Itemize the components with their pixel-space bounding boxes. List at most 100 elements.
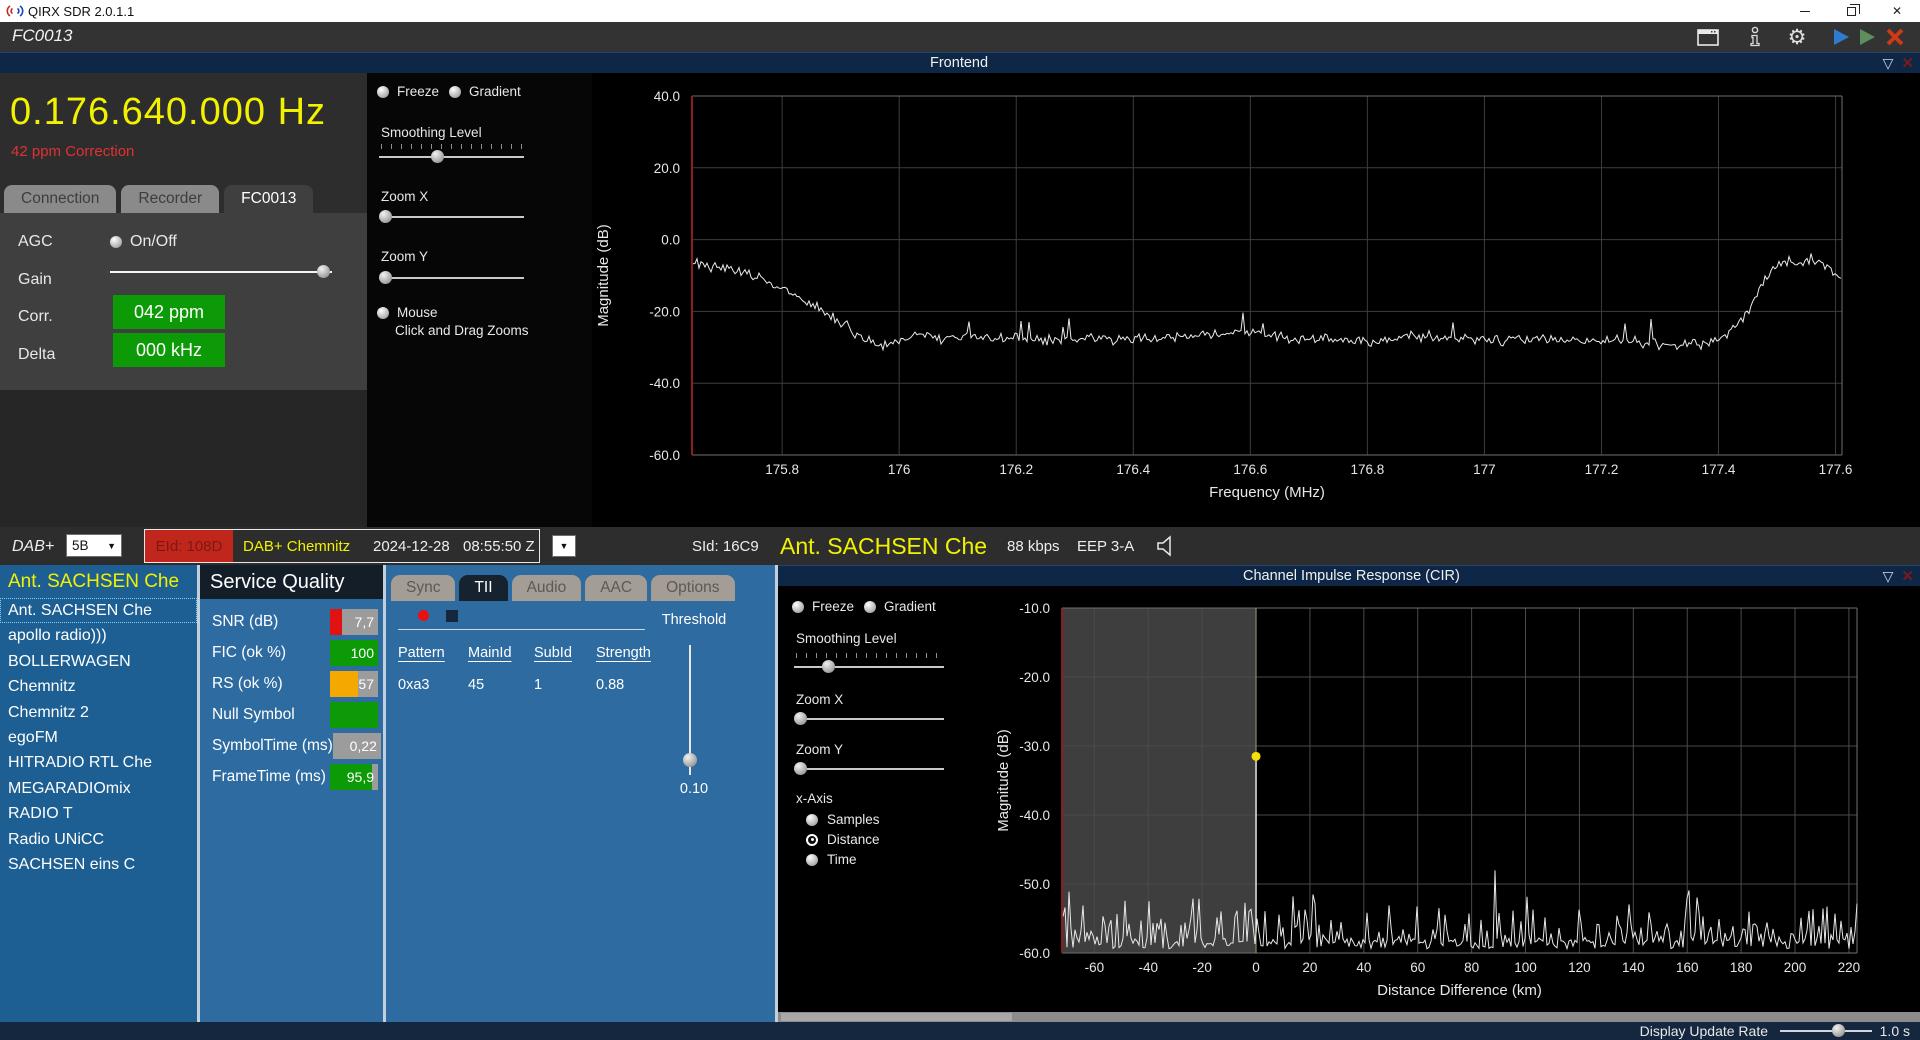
svg-text:160: 160: [1676, 960, 1699, 975]
cir-zoomy-slider[interactable]: [794, 762, 944, 775]
frontend-zoomx-slider[interactable]: [379, 210, 524, 223]
tab-tii[interactable]: TII: [459, 575, 507, 601]
update-rate-slider[interactable]: [1780, 1024, 1872, 1037]
cir-zoomy-label: Zoom Y: [796, 742, 843, 757]
quality-bar-value: 95,9: [347, 764, 374, 790]
tii-column-header: Pattern: [398, 645, 468, 661]
service-item[interactable]: egoFM: [0, 725, 197, 750]
svg-text:177: 177: [1473, 462, 1496, 477]
stop-device-button[interactable]: [1882, 25, 1908, 49]
svg-text:40.0: 40.0: [654, 89, 680, 104]
cir-smoothing-slider[interactable]: [794, 660, 944, 673]
tii-record-dot-icon[interactable]: [418, 610, 429, 621]
threshold-slider[interactable]: [683, 645, 697, 775]
minimize-button[interactable]: [1782, 0, 1828, 22]
service-item[interactable]: SACHSEN eins C: [0, 852, 197, 877]
mouse-zoom-toggle[interactable]: Mouse: [377, 305, 438, 320]
service-item[interactable]: BOLLERWAGEN: [0, 649, 197, 674]
cir-close-icon[interactable]: ✕: [1901, 567, 1914, 585]
service-item[interactable]: Chemnitz 2: [0, 700, 197, 725]
zoomy-thumb[interactable]: [379, 271, 392, 284]
cir-smoothing-track[interactable]: [794, 666, 944, 668]
xaxis-option-time[interactable]: Time: [806, 852, 857, 867]
frontend-display-controls: Freeze Gradient Smoothing Level Zoom X Z…: [367, 73, 592, 527]
svg-text:Magnitude (dB): Magnitude (dB): [995, 729, 1012, 832]
freeze-radio-icon: [377, 86, 389, 98]
tab-connection[interactable]: Connection: [4, 185, 116, 213]
service-item[interactable]: Radio UNiCC: [0, 827, 197, 852]
svg-text:200: 200: [1784, 960, 1807, 975]
cir-freeze-toggle[interactable]: Freeze: [792, 599, 854, 614]
quality-row-label: FrameTime (ms): [200, 768, 330, 786]
threshold-value: 0.10: [634, 781, 754, 797]
frontend-close-icon[interactable]: ✕: [1901, 54, 1914, 72]
channel-dropdown[interactable]: 5B▼: [66, 534, 122, 557]
tab-sync[interactable]: Sync: [391, 575, 455, 601]
frontend-zoomy-slider[interactable]: [379, 271, 524, 284]
cir-gradient-toggle[interactable]: Gradient: [864, 599, 936, 614]
service-item[interactable]: Ant. SACHSEN Che: [0, 598, 197, 623]
radio-selected-icon: [806, 834, 818, 846]
cir-title: Channel Impulse Response (CIR): [1243, 568, 1460, 584]
close-button[interactable]: ✕: [1874, 0, 1920, 22]
cir-zoomx-thumb[interactable]: [794, 712, 807, 725]
speaker-icon[interactable]: [1155, 535, 1179, 557]
frontend-spectrum-plot[interactable]: 40.020.00.0-20.0-40.0-60.0175.8176176.21…: [592, 73, 1920, 527]
play-button[interactable]: [1828, 25, 1854, 49]
tab-audio[interactable]: Audio: [512, 575, 582, 601]
smoothing-thumb[interactable]: [431, 150, 444, 163]
close-icon: ✕: [1892, 4, 1902, 18]
info-button[interactable]: [1742, 25, 1768, 49]
zoomx-thumb[interactable]: [379, 210, 392, 223]
eid-badge: EId: 108D: [145, 530, 233, 562]
tii-stop-square-icon[interactable]: [446, 610, 458, 622]
xaxis-option-samples[interactable]: Samples: [806, 812, 880, 827]
service-item[interactable]: HITRADIO RTL Che: [0, 750, 197, 775]
svg-text:Magnitude (dB): Magnitude (dB): [595, 224, 612, 327]
svg-text:0.0: 0.0: [661, 233, 680, 248]
gain-slider-track[interactable]: [110, 271, 332, 273]
tab-recorder[interactable]: Recorder: [121, 185, 219, 213]
cir-zoomy-thumb[interactable]: [794, 762, 807, 775]
update-rate-track[interactable]: [1780, 1030, 1872, 1032]
service-item[interactable]: apollo radio))): [0, 623, 197, 648]
service-item[interactable]: Chemnitz: [0, 674, 197, 699]
frontend-smoothing-slider[interactable]: [379, 150, 524, 163]
smoothing-track[interactable]: [379, 156, 524, 158]
channel-value: 5B: [72, 538, 89, 553]
settings-button[interactable]: ⚙: [1784, 25, 1810, 49]
frontend-window-button[interactable]: [1695, 25, 1721, 49]
frontend-freeze-toggle[interactable]: Freeze: [377, 84, 439, 99]
frontend-collapse-icon[interactable]: ▽: [1883, 55, 1894, 72]
svg-text:176.6: 176.6: [1233, 462, 1267, 477]
stop-x-icon: [1885, 27, 1905, 47]
frontend-gradient-toggle[interactable]: Gradient: [449, 84, 521, 99]
update-rate-thumb[interactable]: [1832, 1024, 1845, 1037]
quality-bar: 57: [330, 671, 378, 697]
service-item[interactable]: RADIO T: [0, 801, 197, 826]
zoomx-track[interactable]: [379, 216, 524, 218]
restore-button[interactable]: [1828, 0, 1874, 22]
scrollbar-thumb[interactable]: [781, 1013, 1012, 1021]
cir-smoothing-thumb[interactable]: [822, 660, 835, 673]
agc-toggle[interactable]: On/Off: [110, 233, 177, 251]
cir-collapse-icon[interactable]: ▽: [1883, 568, 1894, 585]
gain-slider-thumb[interactable]: [317, 265, 330, 278]
cir-gradient-label: Gradient: [884, 599, 936, 614]
gain-slider[interactable]: [110, 265, 332, 278]
tab-aac[interactable]: AAC: [585, 575, 647, 601]
time-source-dropdown[interactable]: ▼: [552, 535, 576, 557]
quality-rows: SNR (dB)7,7FIC (ok %)100RS (ok %)57Null …: [200, 609, 383, 795]
cir-zoomx-track[interactable]: [794, 718, 944, 720]
cir-zoomx-slider[interactable]: [794, 712, 944, 725]
tab-options[interactable]: Options: [651, 575, 734, 601]
zoomy-track[interactable]: [379, 277, 524, 279]
cir-horizontal-scrollbar[interactable]: [778, 1012, 1920, 1022]
cir-zoomy-track[interactable]: [794, 768, 944, 770]
cir-plot[interactable]: -10.0-20.0-30.0-40.0-50.0-60.0-60-40-200…: [990, 586, 1920, 1012]
threshold-thumb[interactable]: [683, 753, 697, 767]
service-item[interactable]: MEGARADIOmix: [0, 776, 197, 801]
tab-fc0013[interactable]: FC0013: [224, 185, 313, 213]
play-secondary-button[interactable]: [1854, 25, 1880, 49]
xaxis-option-distance[interactable]: Distance: [806, 832, 880, 847]
